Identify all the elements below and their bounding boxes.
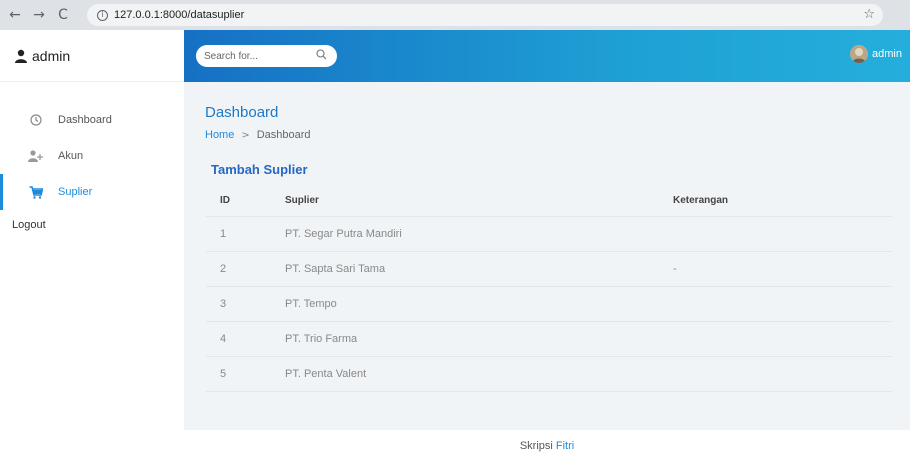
user-menu[interactable]: admin [850,45,902,63]
breadcrumb-current: Dashboard [256,129,311,141]
cell-suplier: PT. Penta Valent [285,368,367,380]
footer-text: Skripsi [519,439,553,452]
cell-suplier: PT. Trio Farma [285,333,358,345]
breadcrumb: Home > Dashboard [205,129,311,141]
main-content: Dashboard Home > Dashboard Tambah Suplie… [184,82,910,430]
address-bar[interactable]: i 127.0.0.1:8000/datasuplier ☆ [87,4,883,26]
sidebar-brand[interactable]: admin [0,30,184,82]
cell-id: 2 [220,263,227,275]
footer-author-link[interactable]: Fitri [556,440,574,452]
reload-icon[interactable]: C [54,6,72,24]
sidebar-item-label: Suplier [58,186,93,198]
sidebar-item-dashboard[interactable]: Dashboard [0,102,184,138]
sidebar-item-akun[interactable]: Akun [0,138,184,174]
sidebar-item-label: Dashboard [58,114,112,126]
forward-arrow-icon[interactable]: → [30,6,48,24]
cell-suplier: PT. Segar Putra Mandiri [285,228,402,240]
table-row: 2 PT. Sapta Sari Tama - [206,252,892,287]
add-supplier-link[interactable]: Tambah Suplier [211,162,308,177]
cell-id: 3 [220,298,227,310]
clock-icon [28,114,44,126]
cell-id: 5 [220,368,227,380]
logout-link[interactable]: Logout [0,210,184,240]
sidebar-menu: Dashboard Akun Suplier [0,102,184,210]
info-icon[interactable]: i [97,9,108,21]
cell-keterangan: - [673,263,677,275]
brand-label: admin [32,47,71,64]
username-label: admin [872,48,902,60]
cell-suplier: PT. Tempo [285,298,337,310]
url-text: 127.0.0.1:8000/datasuplier [114,9,245,21]
table-row: 3 PT. Tempo [206,287,892,322]
table-row: 5 PT. Penta Valent [206,357,892,392]
header-id: ID [220,195,230,206]
sidebar: admin Dashboard Akun Suplier Logout [0,30,184,461]
cell-id: 4 [220,333,227,345]
cart-icon [28,185,44,199]
topbar: Search for... admin [184,30,910,82]
table-row: 4 PT. Trio Farma [206,322,892,357]
user-add-icon [28,150,44,162]
table-row: 1 PT. Segar Putra Mandiri [206,217,892,252]
user-icon [15,49,27,63]
cell-id: 1 [220,228,227,240]
header-keterangan: Keterangan [673,195,729,206]
search-icon[interactable] [316,49,327,60]
back-arrow-icon[interactable]: ← [6,6,24,24]
sidebar-item-suplier[interactable]: Suplier [0,174,184,210]
search-input[interactable]: Search for... [196,45,337,67]
bookmark-star-icon[interactable]: ☆ [863,7,875,22]
page-title: Dashboard [205,104,279,121]
header-suplier: Suplier [285,195,319,206]
supplier-table: ID Suplier Keterangan 1 PT. Segar Putra … [206,185,892,392]
breadcrumb-home[interactable]: Home [205,129,234,141]
chevron-right-icon: > [241,129,250,141]
browser-toolbar: ← → C i 127.0.0.1:8000/datasuplier ☆ [0,0,910,30]
cell-suplier: PT. Sapta Sari Tama [285,263,386,275]
sidebar-item-label: Akun [58,150,84,162]
footer: Skripsi Fitri [184,430,910,461]
avatar [850,45,869,63]
table-header-row: ID Suplier Keterangan [206,185,892,217]
search-placeholder: Search for... [204,50,258,62]
